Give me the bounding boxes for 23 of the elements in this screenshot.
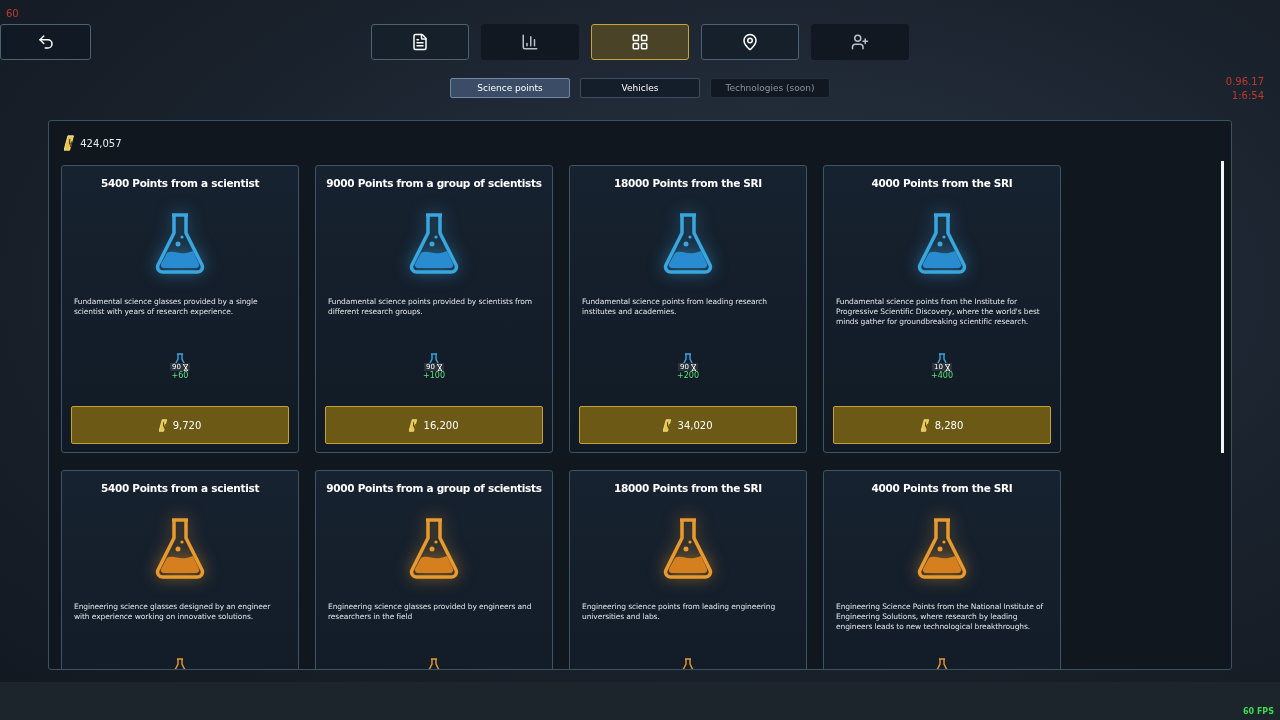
category-tab[interactable]: Science points [450, 78, 570, 98]
offer-title: 5400 Points from a scientist [100, 482, 260, 494]
clock-text: 1:6:54 [1231, 90, 1264, 101]
bonus-points: +60 [171, 371, 189, 380]
buy-button[interactable]: 9,720 [71, 406, 289, 444]
offer-title: 4000 Points from the SRI [871, 177, 1013, 189]
offer-title: 5400 Points from a scientist [100, 177, 260, 189]
offer-title: 4000 Points from the SRI [871, 482, 1013, 494]
fps-counter: 60 [6, 8, 19, 19]
category-tab[interactable]: Vehicles [580, 78, 700, 98]
bonus-points: +400 [931, 371, 953, 380]
bonus-points: +200 [677, 371, 699, 380]
buy-button[interactable]: 8,280 [833, 406, 1051, 444]
fps-label: 60 FPS [1243, 707, 1274, 716]
version-text: 0.96.17 [1225, 76, 1264, 87]
buy-button[interactable]: 34,020 [579, 406, 797, 444]
offer-title: 18000 Points from the SRI [614, 482, 762, 494]
offer-title: 9000 Points from a group of scientists [326, 482, 542, 494]
bonus-points: +100 [423, 371, 445, 380]
buy-button[interactable]: 16,200 [325, 406, 543, 444]
offer-title: 9000 Points from a group of scientists [326, 177, 542, 189]
balance-amount: 424,057 [80, 137, 122, 149]
offer-title: 18000 Points from the SRI [614, 177, 762, 189]
